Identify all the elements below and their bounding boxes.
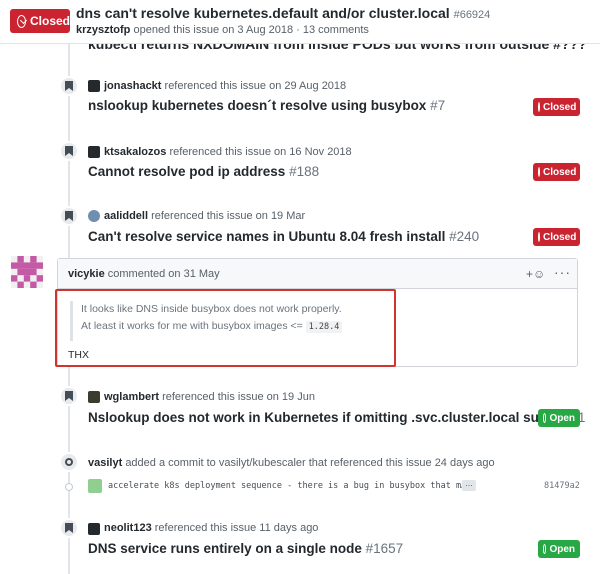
closed-badge: Closed	[533, 163, 580, 181]
issue-state-label: Closed	[29, 14, 70, 28]
bookmark-icon	[65, 146, 73, 156]
issue-title-text: dns can't resolve kubernetes.default and…	[76, 5, 450, 21]
event-text: referenced this issue on 19 Jun	[162, 391, 315, 403]
bookmark-icon-circle	[59, 141, 79, 161]
bookmark-icon	[65, 523, 73, 533]
annotation-highlight-box	[55, 289, 396, 367]
event-title[interactable]: Cannot resolve pod ip address #188	[88, 164, 319, 179]
more-options-icon[interactable]: ···	[554, 264, 571, 280]
open-badge: Open	[538, 540, 580, 558]
issue-closed-icon	[538, 167, 540, 177]
avatar[interactable]	[88, 80, 100, 92]
event-number: #188	[289, 164, 320, 179]
avatar[interactable]	[88, 523, 100, 535]
event-user-link[interactable]: aaliddell	[104, 210, 148, 222]
event-user-link[interactable]: wglambert	[104, 391, 159, 403]
event-title-text[interactable]: Can't resolve service names in Ubuntu 8.…	[88, 229, 445, 244]
bookmark-icon-circle	[59, 76, 79, 96]
comment-author-link[interactable]: vicykie	[68, 268, 105, 280]
event-title-text[interactable]: nslookup kubernetes doesn´t resolve usin…	[88, 98, 426, 113]
event-title[interactable]: nslookup kubernetes doesn´t resolve usin…	[88, 98, 445, 113]
bookmark-icon	[65, 81, 73, 91]
commit-message-link[interactable]: accelerate k8s deployment sequence - the…	[108, 481, 466, 491]
bookmark-icon-circle	[59, 386, 79, 406]
bookmark-icon-circle	[59, 518, 79, 538]
event-title-text[interactable]: Cannot resolve pod ip address	[88, 164, 285, 179]
issue-state-badge: Closed	[10, 9, 70, 33]
reference-line: ktsakalozos referenced this issue on 16 …	[104, 146, 352, 158]
event-user-link[interactable]: vasilyt	[88, 457, 122, 469]
commit-icon-circle	[59, 452, 79, 472]
event-title[interactable]: DNS service runs entirely on a single no…	[88, 541, 403, 556]
issue-meta: krzysztofp opened this issue on 3 Aug 20…	[76, 24, 369, 36]
event-title[interactable]: Can't resolve service names in Ubuntu 8.…	[88, 229, 479, 244]
event-number: #1657	[365, 541, 404, 556]
reference-line: aaliddell referenced this issue on 19 Ma…	[104, 210, 305, 222]
event-user-link[interactable]: ktsakalozos	[104, 146, 166, 158]
reference-line: wglambert referenced this issue on 19 Ju…	[104, 391, 315, 403]
state-label: Closed	[543, 166, 577, 178]
issue-closed-icon	[17, 14, 26, 28]
event-text: added a commit to vasilyt/kubescaler tha…	[125, 457, 495, 469]
avatar[interactable]	[88, 210, 100, 222]
smiley-icon[interactable]: +☺	[526, 267, 545, 281]
commit-expand-button[interactable]: …	[462, 480, 476, 491]
commit-sha-link[interactable]: 81479a2	[544, 481, 580, 491]
event-number: #240	[449, 229, 480, 244]
event-text: referenced this issue on 16 Nov 2018	[169, 146, 352, 158]
comment-meta[interactable]: commented on 31 May	[108, 268, 220, 280]
state-label: Closed	[543, 231, 577, 243]
state-label: Closed	[543, 101, 577, 113]
event-title[interactable]: Nslookup does not work in Kubernetes if …	[88, 410, 585, 425]
event-number: #7	[430, 98, 446, 113]
issue-header: Closed dns can't resolve kubernetes.defa…	[0, 0, 600, 44]
issue-author-link[interactable]: krzysztofp	[76, 24, 130, 36]
issue-number: #66924	[453, 9, 491, 21]
closed-badge: Closed	[533, 228, 580, 246]
commit-event-line: vasilyt added a commit to vasilyt/kubesc…	[88, 457, 495, 469]
avatar[interactable]	[88, 146, 100, 158]
issue-closed-icon	[538, 232, 540, 242]
event-user-link[interactable]: neolit123	[104, 522, 152, 534]
comment-header: vicykie commented on 31 May +☺ ···	[58, 259, 577, 289]
event-text: referenced this issue on 29 Aug 2018	[164, 80, 347, 92]
issue-title: dns can't resolve kubernetes.default and…	[76, 5, 490, 21]
issue-meta-text: opened this issue on 3 Aug 2018 · 13 com…	[133, 24, 369, 36]
bookmark-icon-circle	[59, 206, 79, 226]
commit-node-icon	[65, 483, 73, 491]
closed-badge: Closed	[533, 98, 580, 116]
bookmark-icon	[65, 391, 73, 401]
commit-author-avatar[interactable]	[88, 479, 102, 493]
issue-opened-icon	[543, 413, 547, 423]
event-title-text[interactable]: DNS service runs entirely on a single no…	[88, 541, 362, 556]
event-text: referenced this issue 11 days ago	[154, 522, 319, 534]
bookmark-icon	[65, 211, 73, 221]
reference-line: neolit123 referenced this issue 11 days …	[104, 522, 318, 534]
avatar[interactable]	[88, 391, 100, 403]
commit-row: accelerate k8s deployment sequence - the…	[60, 478, 580, 496]
state-label: Open	[549, 543, 575, 555]
reference-line: jonashackt referenced this issue on 29 A…	[104, 80, 346, 92]
event-title-text[interactable]: Nslookup does not work in Kubernetes if …	[88, 410, 559, 425]
commit-icon	[65, 458, 73, 466]
state-label: Open	[549, 412, 575, 424]
commenter-avatar[interactable]	[11, 256, 43, 288]
event-text: referenced this issue on 19 Mar	[151, 210, 306, 222]
issue-closed-icon	[538, 102, 540, 112]
comment-author-line: vicykie commented on 31 May	[68, 268, 220, 280]
open-badge: Open	[538, 409, 580, 427]
issue-opened-icon	[543, 544, 547, 554]
event-user-link[interactable]: jonashackt	[104, 80, 161, 92]
